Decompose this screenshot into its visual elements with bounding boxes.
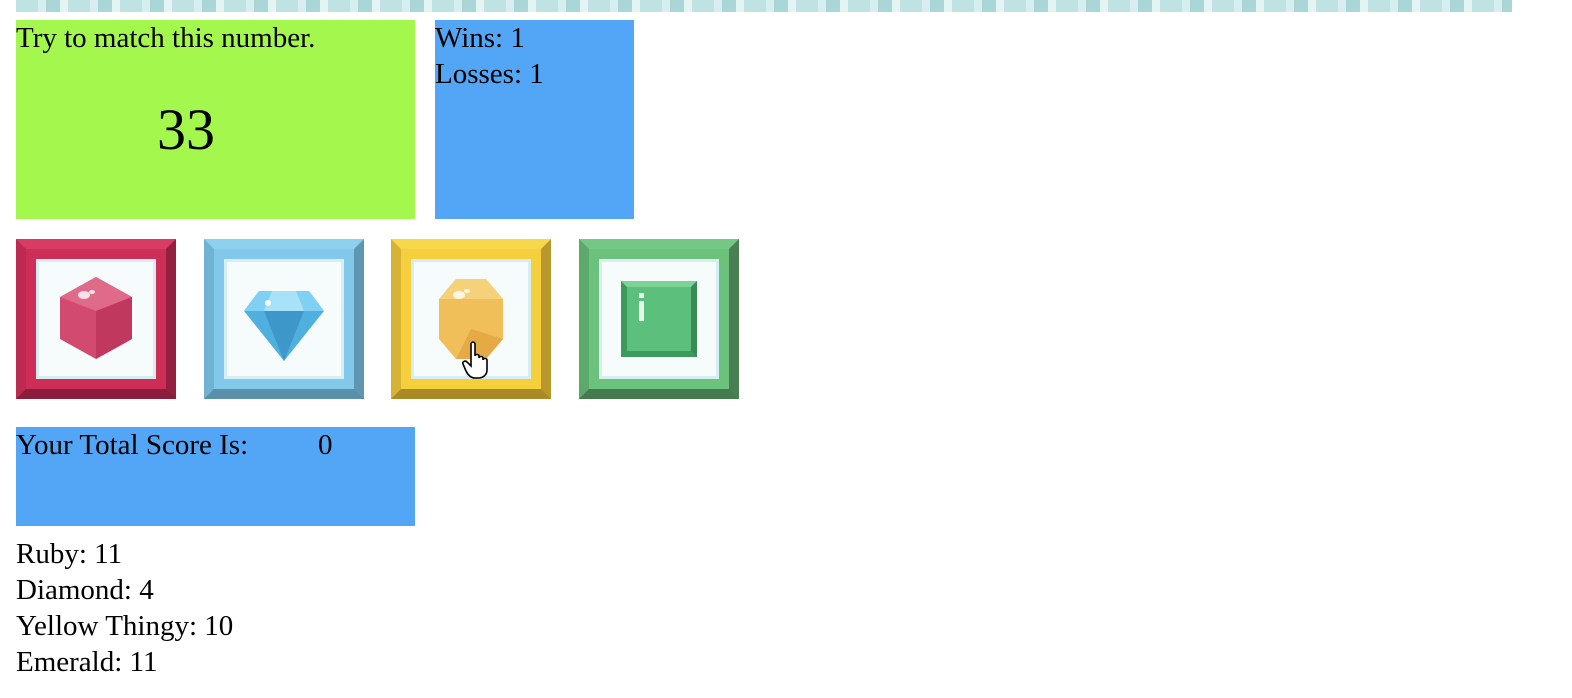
ruby-gem-button[interactable] — [16, 239, 176, 399]
losses-label: Losses: — [435, 58, 522, 90]
ruby-value-label: Ruby: — [16, 538, 87, 570]
target-instruction: Try to match this number. — [16, 22, 316, 54]
wins-row: Wins: 1 — [435, 20, 634, 56]
emerald-value-label: Emerald: — [16, 646, 123, 678]
emerald-value-row: Emerald: 11 — [16, 644, 233, 680]
diamond-value-label: Diamond: — [16, 574, 132, 606]
ruby-gem-icon — [60, 277, 132, 359]
hand-cursor-icon — [462, 341, 488, 379]
total-score-panel: Your Total Score Is: 0 — [16, 427, 415, 526]
gem-values-list: Ruby: 11 Diamond: 4 Yellow Thingy: 10 Em… — [16, 536, 233, 680]
losses-row: Losses: 1 — [435, 56, 634, 92]
target-number: 33 — [157, 97, 215, 162]
ruby-value: 11 — [94, 538, 123, 570]
emerald-value: 11 — [129, 646, 158, 678]
diamond-value: 4 — [139, 574, 154, 606]
header-banner-strip — [16, 0, 1512, 12]
yellow-value: 10 — [204, 610, 234, 642]
wins-label: Wins: — [435, 22, 504, 54]
target-number-panel: Try to match this number. 33 — [16, 20, 415, 219]
diamond-gem-button[interactable] — [204, 239, 364, 399]
total-score-label: Your Total Score Is: — [16, 429, 249, 461]
emerald-gem-icon — [621, 281, 697, 357]
stats-panel: Wins: 1 Losses: 1 — [435, 20, 634, 219]
total-score-value: 0 — [318, 429, 333, 461]
diamond-gem-icon — [244, 291, 324, 361]
yellow-value-row: Yellow Thingy: 10 — [16, 608, 233, 644]
yellow-value-label: Yellow Thingy: — [16, 610, 198, 642]
ruby-value-row: Ruby: 11 — [16, 536, 233, 572]
losses-value: 1 — [529, 58, 544, 90]
wins-value: 1 — [510, 22, 525, 54]
emerald-gem-button[interactable] — [579, 239, 739, 399]
diamond-value-row: Diamond: 4 — [16, 572, 233, 608]
